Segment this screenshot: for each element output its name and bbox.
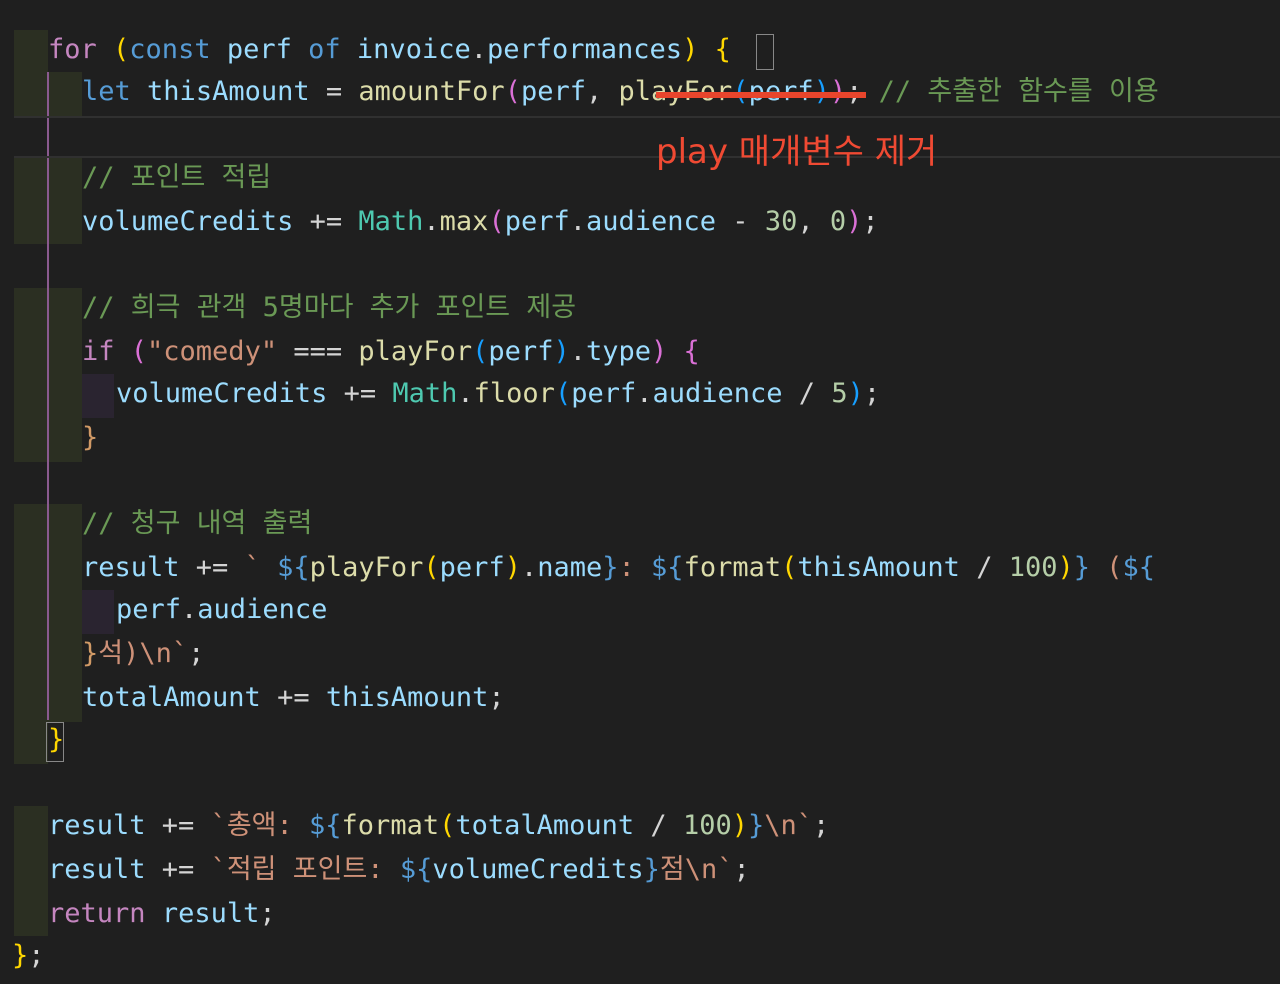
code-line-16[interactable]: result += `적립 포인트: ${volumeCredits}점\n`; [48,848,750,892]
code-line-8[interactable]: } [82,416,98,460]
code-editor[interactable]: for (const perf of invoice.performances)… [0,0,1280,984]
code-line-14[interactable]: } [48,718,64,762]
code-line-12[interactable]: }석)\n`; [82,632,204,676]
strikethrough-mark [656,92,866,98]
indent-guide-block [14,720,48,764]
line-highlight-top [14,116,1280,118]
indent-guide-block [14,72,48,116]
indent-guide-block [14,30,48,74]
code-line-10[interactable]: result += ` ${playFor(perf).name}: ${for… [82,546,1155,590]
code-line-18[interactable]: }; [12,934,45,978]
code-line-2[interactable]: let thisAmount = amountFor(perf, playFor… [82,70,1159,114]
code-line-9[interactable]: // 청구 내역 출력 [82,502,312,546]
code-line-17[interactable]: return result; [48,892,276,936]
code-line-1[interactable]: for (const perf of invoice.performances)… [48,28,731,72]
code-line-15[interactable]: result += `총액: ${format(totalAmount / 10… [48,804,829,848]
bracket-match-box [756,34,774,70]
indent-guide-block [82,374,114,418]
code-line-5[interactable]: // 희극 관객 5명마다 추가 포인트 제공 [82,286,576,330]
code-line-11[interactable]: perf.audience [116,588,327,632]
indent-guide-block [14,806,48,936]
code-line-13[interactable]: totalAmount += thisAmount; [82,676,505,720]
code-line-6[interactable]: if ("comedy" === playFor(perf).type) { [82,330,700,374]
code-line-7[interactable]: volumeCredits += Math.floor(perf.audienc… [116,372,880,416]
annotation-note: play 매개변수 제거 [656,132,938,172]
code-line-3[interactable]: // 포인트 적립 [82,156,271,200]
indent-guide-line [47,72,49,720]
indent-guide-block [48,72,82,116]
indent-guide-block [82,590,114,634]
code-line-4[interactable]: volumeCredits += Math.max(perf.audience … [82,200,879,244]
